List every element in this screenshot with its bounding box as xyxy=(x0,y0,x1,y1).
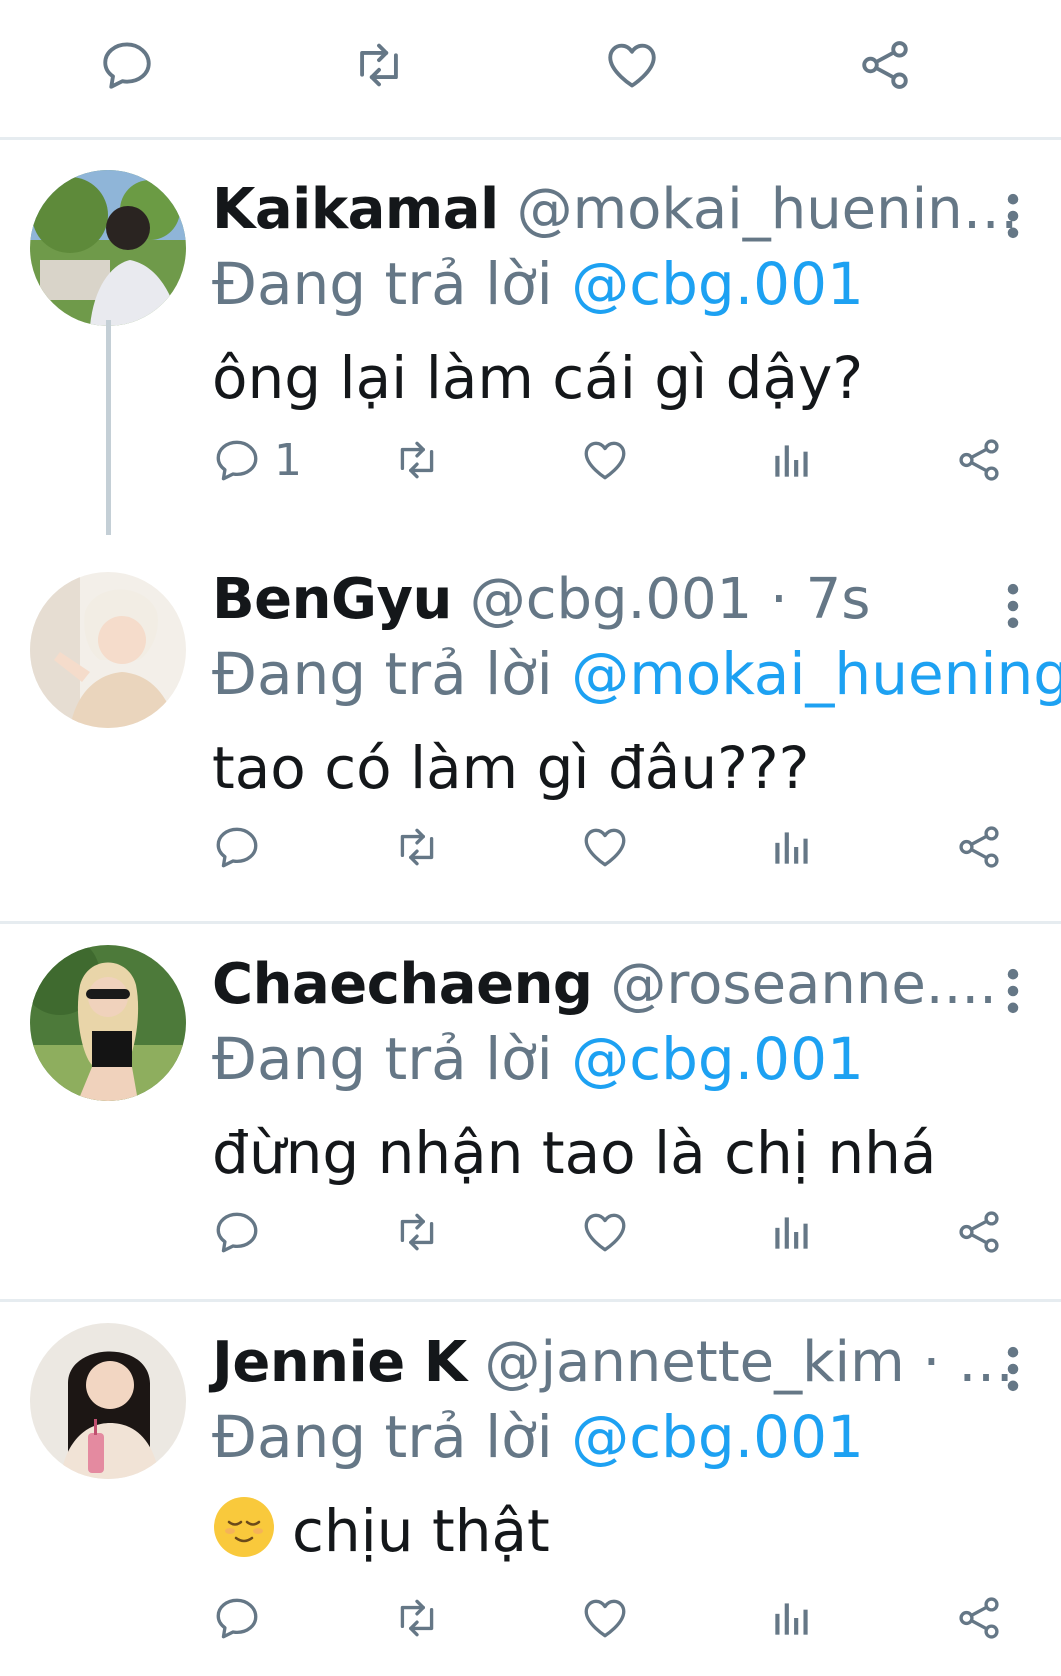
analytics-icon[interactable] xyxy=(767,435,817,485)
reply-tweet[interactable]: Chaechaeng @roseanne.... Đang trả lời @c… xyxy=(0,945,1061,1290)
user-handle: @mokai_huenin… xyxy=(516,177,1019,242)
reply-icon[interactable] xyxy=(212,1207,262,1257)
more-options-icon[interactable] xyxy=(1000,582,1026,630)
relieved-face-emoji xyxy=(214,1497,274,1557)
reply-icon[interactable] xyxy=(212,822,262,872)
more-options-icon[interactable] xyxy=(1000,192,1026,240)
tweet-header: Kaikamal @mokai_huenin… xyxy=(212,170,1019,250)
reply-tweet[interactable]: Kaikamal @mokai_huenin… Đang trả lời @cb… xyxy=(0,170,1061,535)
tweet-text: tao có làm gì đâu??? xyxy=(212,734,810,802)
tweet-actions xyxy=(212,822,1032,882)
main-tweet-actions xyxy=(0,0,1061,138)
divider xyxy=(0,1299,1061,1302)
tweet-actions xyxy=(212,1207,1032,1267)
mention-link[interactable]: @cbg.001 xyxy=(571,1403,864,1471)
reply-tweet[interactable]: Jennie K @jannette_kim · … Đang trả lời … xyxy=(0,1323,1061,1676)
tweet-header: Chaechaeng @roseanne.... xyxy=(212,945,997,1025)
avatar[interactable] xyxy=(30,1323,186,1479)
avatar[interactable] xyxy=(30,945,186,1101)
replying-to-label: Đang trả lời xyxy=(212,1025,572,1093)
share-icon[interactable] xyxy=(954,1207,1004,1257)
like-icon[interactable] xyxy=(580,1207,630,1257)
share-icon[interactable] xyxy=(954,822,1004,872)
share-icon[interactable] xyxy=(954,1593,1004,1643)
display-name[interactable]: Jennie K xyxy=(212,1330,467,1395)
user-handle: @cbg.001 · 7s xyxy=(469,567,871,632)
reply-tweet[interactable]: BenGyu @cbg.001 · 7s Đang trả lời @mokai… xyxy=(0,560,1061,910)
replying-to-label: Đang trả lời xyxy=(212,640,572,708)
avatar[interactable] xyxy=(30,170,186,326)
display-name[interactable]: Kaikamal xyxy=(212,177,499,242)
tweet-actions: 1 xyxy=(212,435,1032,495)
tweet-text-container: chịu thật xyxy=(212,1491,550,1571)
retweet-icon[interactable] xyxy=(392,822,442,872)
like-icon[interactable] xyxy=(580,435,630,485)
tweet-text: chịu thật xyxy=(292,1497,550,1565)
retweet-icon[interactable] xyxy=(350,36,408,94)
avatar[interactable] xyxy=(30,572,186,728)
display-name[interactable]: Chaechaeng xyxy=(212,952,593,1017)
user-handle: @jannette_kim · … xyxy=(484,1330,1015,1395)
like-icon[interactable] xyxy=(580,822,630,872)
divider xyxy=(0,921,1061,924)
tweet-text: ông lại làm cái gì dậy? xyxy=(212,344,864,412)
tweet-text: đừng nhận tao là chị nhá xyxy=(212,1119,937,1187)
replying-to-label: Đang trả lời xyxy=(212,1403,572,1471)
analytics-icon[interactable] xyxy=(767,1207,817,1257)
share-icon[interactable] xyxy=(856,36,914,94)
retweet-icon[interactable] xyxy=(392,1593,442,1643)
reply-count: 1 xyxy=(274,435,302,486)
replying-to: Đang trả lời @cbg.001 xyxy=(212,244,864,324)
mention-link[interactable]: @cbg.001 xyxy=(571,250,864,318)
display-name[interactable]: BenGyu xyxy=(212,567,452,632)
replying-to-label: Đang trả lời xyxy=(212,250,572,318)
mention-link[interactable]: @mokai_huening xyxy=(571,640,1061,708)
thread-line xyxy=(106,320,111,535)
reply-icon[interactable] xyxy=(98,36,156,94)
share-icon[interactable] xyxy=(954,435,1004,485)
replying-to: Đang trả lời @cbg.001 xyxy=(212,1019,864,1099)
reply-icon[interactable] xyxy=(212,1593,262,1643)
like-icon[interactable] xyxy=(580,1593,630,1643)
more-options-icon[interactable] xyxy=(1000,967,1026,1015)
reply-icon[interactable] xyxy=(212,435,262,485)
tweet-actions xyxy=(212,1593,1032,1653)
more-options-icon[interactable] xyxy=(1000,1345,1026,1393)
retweet-icon[interactable] xyxy=(392,435,442,485)
replying-to: Đang trả lời @mokai_huening xyxy=(212,634,1061,714)
mention-link[interactable]: @cbg.001 xyxy=(571,1025,864,1093)
replying-to: Đang trả lời @cbg.001 xyxy=(212,1397,864,1477)
analytics-icon[interactable] xyxy=(767,1593,817,1643)
analytics-icon[interactable] xyxy=(767,822,817,872)
like-icon[interactable] xyxy=(603,36,661,94)
tweet-header: Jennie K @jannette_kim · … xyxy=(212,1323,1014,1403)
divider xyxy=(0,137,1061,140)
retweet-icon[interactable] xyxy=(392,1207,442,1257)
tweet-header: BenGyu @cbg.001 · 7s xyxy=(212,560,870,640)
user-handle: @roseanne.... xyxy=(610,952,997,1017)
